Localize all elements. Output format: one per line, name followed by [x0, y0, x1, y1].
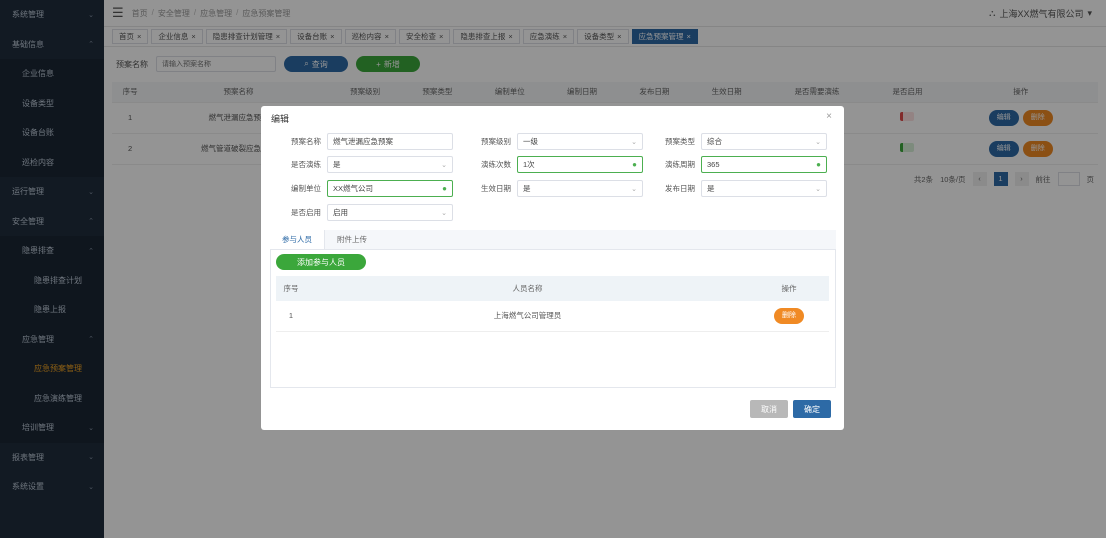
need-drill-label: 是否演练	[291, 160, 321, 169]
plan-name-field[interactable]: 燃气泄漏应急预案	[327, 133, 453, 150]
form-row: 是否启用 启用 ⌄	[269, 204, 453, 221]
chevron-down-icon: ⌄	[441, 209, 447, 217]
publish-value: 是	[707, 184, 715, 193]
plan-name-value: 燃气泄漏应急预案	[333, 137, 393, 146]
org-unit-field[interactable]: XX燃气公司 ●	[327, 180, 453, 197]
col-header: 序号	[276, 276, 306, 301]
enabled-value: 启用	[333, 208, 348, 217]
cancel-button[interactable]: 取消	[750, 400, 788, 418]
form-row: 预案类型 综合 ⌄	[643, 133, 827, 150]
need-drill-select[interactable]: 是 ⌄	[327, 156, 453, 173]
chevron-down-icon: ⌄	[815, 185, 821, 193]
drill-cycle-field[interactable]: 365 ●	[701, 156, 827, 173]
add-participant-label: 添加参与人员	[297, 257, 345, 267]
form-row: 预案名称 燃气泄漏应急预案	[269, 133, 453, 150]
plan-type-value: 综合	[707, 137, 722, 146]
form-row: 演练周期 365 ●	[643, 156, 827, 173]
col-header: 操作	[749, 276, 829, 301]
plan-level-select[interactable]: 一级 ⌄	[517, 133, 643, 150]
org-unit-value: XX燃气公司	[333, 184, 374, 193]
drill-times-label: 演练次数	[481, 160, 511, 169]
table-row: 1 上海燃气公司管理员 删除	[276, 301, 829, 332]
need-drill-value: 是	[333, 160, 341, 169]
row-person-name: 上海燃气公司管理员	[306, 301, 749, 332]
row-no: 1	[276, 301, 306, 332]
plan-type-select[interactable]: 综合 ⌄	[701, 133, 827, 150]
plan-level-value: 一级	[523, 137, 538, 146]
delete-person-button[interactable]: 删除	[774, 307, 804, 324]
chevron-down-icon: ⌄	[631, 138, 637, 146]
drill-cycle-label: 演练周期	[665, 160, 695, 169]
add-participant-button[interactable]: 添加参与人员	[276, 254, 366, 270]
enabled-select[interactable]: 启用 ⌄	[327, 204, 453, 221]
form-row: 编制单位 XX燃气公司 ●	[269, 180, 453, 197]
form-row: 预案级别 一级 ⌄	[459, 133, 643, 150]
dialog-footer: 取消 确定	[750, 400, 831, 418]
form-row: 是否演练 是 ⌄	[269, 156, 453, 173]
dialog-tabs: 参与人员 附件上传	[270, 230, 836, 250]
chevron-down-icon: ⌄	[815, 138, 821, 146]
plan-name-label: 预案名称	[291, 137, 321, 146]
close-icon[interactable]: ×	[826, 111, 832, 122]
edit-dialog: 编辑 × 预案名称 燃气泄漏应急预案 预案级别 一级 ⌄ 预案类型 综合 ⌄ 是否演…	[261, 106, 844, 430]
effective-select[interactable]: 是 ⌄	[517, 180, 643, 197]
publish-select[interactable]: 是 ⌄	[701, 180, 827, 197]
confirm-button[interactable]: 确定	[793, 400, 831, 418]
publish-label: 发布日期	[665, 184, 695, 193]
tab-attachments[interactable]: 附件上传	[325, 230, 379, 249]
enabled-label: 是否启用	[291, 208, 321, 217]
check-circle-icon: ●	[816, 160, 821, 169]
check-circle-icon: ●	[632, 160, 637, 169]
col-header: 人员名称	[306, 276, 749, 301]
dialog-title: 编辑	[271, 114, 290, 124]
effective-label: 生效日期	[481, 184, 511, 193]
chevron-down-icon: ⌄	[441, 161, 447, 169]
chevron-down-icon: ⌄	[631, 185, 637, 193]
form-row: 演练次数 1次 ●	[459, 156, 643, 173]
form-row: 发布日期 是 ⌄	[643, 180, 827, 197]
participants-table: 序号 人员名称 操作 1 上海燃气公司管理员 删除	[276, 276, 829, 332]
check-circle-icon: ●	[442, 184, 447, 193]
org-unit-label: 编制单位	[291, 184, 321, 193]
drill-times-value: 1次	[523, 160, 535, 169]
tab-participants[interactable]: 参与人员	[270, 230, 325, 249]
form-row: 生效日期 是 ⌄	[459, 180, 643, 197]
effective-value: 是	[523, 184, 531, 193]
plan-level-label: 预案级别	[481, 137, 511, 146]
plan-type-label: 预案类型	[665, 137, 695, 146]
drill-times-field[interactable]: 1次 ●	[517, 156, 643, 173]
drill-cycle-value: 365	[707, 160, 720, 169]
row-actions: 删除	[749, 301, 829, 332]
